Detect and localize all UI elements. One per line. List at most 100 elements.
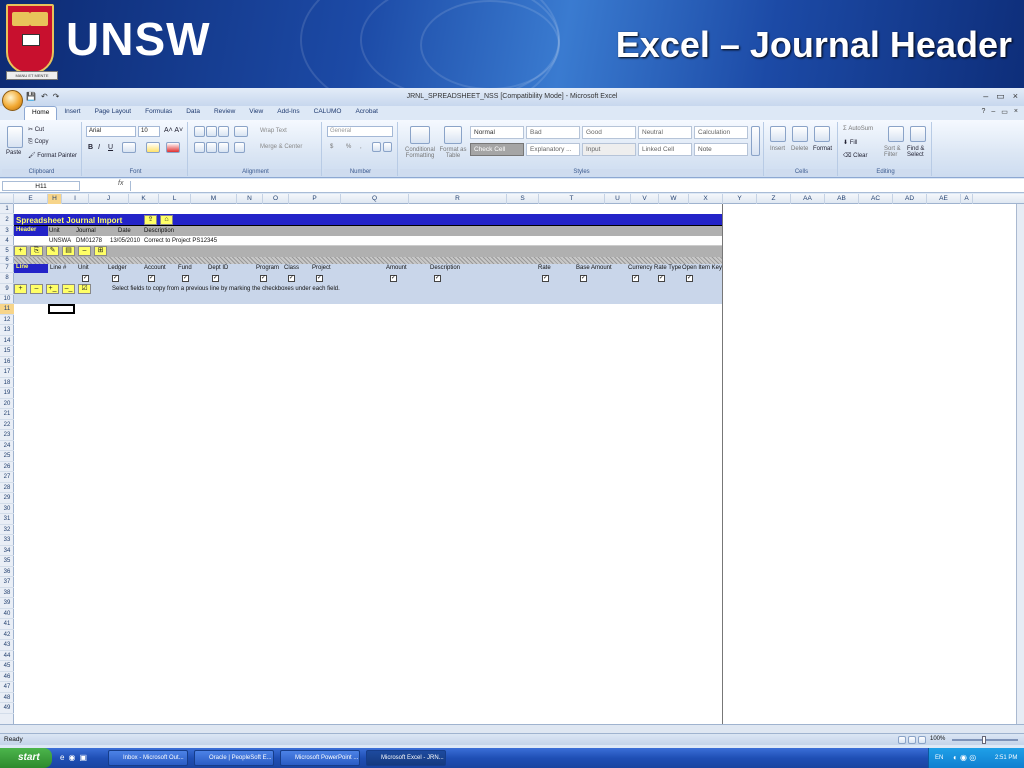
- conditional-formatting-button[interactable]: Conditional Formatting: [402, 147, 438, 159]
- grow-font-icon[interactable]: A˄ A˅: [164, 127, 183, 134]
- select-all-corner[interactable]: [0, 194, 14, 204]
- row-header-29[interactable]: 29: [0, 493, 14, 504]
- formula-input[interactable]: [130, 181, 1010, 191]
- close-button[interactable]: ×: [1013, 91, 1018, 102]
- row-header-42[interactable]: 42: [0, 630, 14, 640]
- currency-button[interactable]: $: [330, 144, 333, 150]
- sort-filter-icon[interactable]: [888, 126, 904, 142]
- row-header-35[interactable]: 35: [0, 556, 14, 567]
- page-layout-view-icon[interactable]: [908, 736, 916, 744]
- copy-button[interactable]: ⎘ Copy: [28, 139, 48, 146]
- tab-formulas[interactable]: Formulas: [138, 106, 179, 120]
- header-date-value[interactable]: 13/05/2010: [110, 238, 140, 244]
- checkbox-rate[interactable]: ✓: [542, 275, 549, 282]
- row-header-20[interactable]: 20: [0, 399, 14, 409]
- merge-center-button[interactable]: Merge & Center: [260, 144, 302, 150]
- copy-fields-button[interactable]: ☑: [78, 284, 91, 294]
- row-header-1[interactable]: 1: [0, 204, 14, 214]
- font-size-select[interactable]: 10: [138, 126, 160, 137]
- minimize-button[interactable]: –: [983, 91, 988, 102]
- row-header-48[interactable]: 48: [0, 693, 14, 703]
- row-header-3[interactable]: 3: [0, 226, 14, 236]
- delete-cells-icon[interactable]: [792, 126, 808, 142]
- checkbox-amount[interactable]: ✓: [390, 275, 397, 282]
- tab-add-ins[interactable]: Add-Ins: [270, 106, 306, 120]
- workbook-close-button[interactable]: ×: [1014, 108, 1018, 116]
- row-header-24[interactable]: 24: [0, 441, 14, 451]
- row-header-30[interactable]: 30: [0, 504, 14, 514]
- column-header-q[interactable]: Q: [341, 194, 409, 204]
- tray-icons[interactable]: ◐ ◉ ◎: [953, 748, 976, 768]
- column-header-e[interactable]: E: [14, 194, 48, 204]
- row-header-4[interactable]: 4: [0, 236, 14, 246]
- decrease-decimal-icon[interactable]: [383, 142, 392, 152]
- column-header-x[interactable]: X: [689, 194, 723, 204]
- underline-button[interactable]: U: [108, 144, 113, 151]
- name-box[interactable]: H11: [2, 181, 80, 191]
- row-header-22[interactable]: 22: [0, 420, 14, 430]
- row-header-23[interactable]: 23: [0, 430, 14, 441]
- font-color-icon[interactable]: [166, 142, 180, 153]
- row-header-8[interactable]: 8: [0, 273, 14, 284]
- row-header-49[interactable]: 49: [0, 703, 14, 714]
- comma-button[interactable]: ,: [360, 144, 362, 150]
- grid-header-button[interactable]: ⊞: [94, 246, 107, 256]
- bold-button[interactable]: B: [88, 144, 93, 151]
- borders-icon[interactable]: [122, 142, 136, 153]
- increase-decimal-icon[interactable]: [372, 142, 381, 152]
- tab-review[interactable]: Review: [207, 106, 242, 120]
- vertical-scrollbar[interactable]: [1016, 204, 1024, 724]
- row-header-12[interactable]: 12: [0, 315, 14, 325]
- checkbox-ledger[interactable]: ✓: [112, 275, 119, 282]
- style-neutral[interactable]: Neutral: [638, 126, 692, 139]
- header-journal-value[interactable]: DM01278: [76, 238, 102, 244]
- home-button[interactable]: ⌂: [160, 215, 173, 225]
- align-top-icon[interactable]: [194, 126, 205, 137]
- checkbox-dept-id[interactable]: ✓: [212, 275, 219, 282]
- align-bottom-icon[interactable]: [218, 126, 229, 137]
- row-header-5[interactable]: 5: [0, 246, 14, 257]
- task-excel[interactable]: Microsoft Excel - JRN...: [366, 750, 446, 766]
- format-as-table-icon[interactable]: [444, 126, 462, 144]
- checkbox-program[interactable]: ✓: [260, 275, 267, 282]
- style-good[interactable]: Good: [582, 126, 636, 139]
- styles-scroll-icon[interactable]: [751, 126, 760, 156]
- paste-button[interactable]: Paste: [6, 150, 21, 156]
- fill-button[interactable]: ⬇ Fill: [843, 139, 857, 146]
- checkbox-unit[interactable]: ✓: [82, 275, 89, 282]
- format-button[interactable]: Format: [813, 146, 832, 152]
- row-header-33[interactable]: 33: [0, 535, 14, 546]
- style-linked-cell[interactable]: Linked Cell: [638, 143, 692, 156]
- upload-button[interactable]: ⇪: [144, 215, 157, 225]
- row-header-36[interactable]: 36: [0, 567, 14, 577]
- remove-header-button[interactable]: –: [78, 246, 91, 256]
- row-header-6[interactable]: 6: [0, 257, 14, 264]
- column-header-aa[interactable]: AA: [791, 194, 825, 204]
- row-header-39[interactable]: 39: [0, 598, 14, 609]
- row-header-34[interactable]: 34: [0, 546, 14, 556]
- row-header-45[interactable]: 45: [0, 661, 14, 672]
- outlook-icon[interactable]: ◉: [68, 753, 75, 762]
- delete-button[interactable]: Delete: [791, 146, 808, 152]
- align-left-icon[interactable]: [194, 142, 205, 153]
- paste-icon[interactable]: [7, 126, 23, 148]
- normal-view-icon[interactable]: [898, 736, 906, 744]
- row-header-26[interactable]: 26: [0, 462, 14, 472]
- row-header-28[interactable]: 28: [0, 483, 14, 493]
- add-line-button[interactable]: +: [14, 284, 27, 294]
- column-header-r[interactable]: R: [409, 194, 507, 204]
- horizontal-scrollbar[interactable]: [0, 724, 1024, 733]
- checkbox-rate-type[interactable]: ✓: [658, 275, 665, 282]
- zoom-level[interactable]: 100%: [930, 736, 945, 742]
- format-painter-button[interactable]: 🖌 Format Painter: [28, 152, 77, 159]
- remove-lines-button[interactable]: –_: [62, 284, 75, 294]
- column-header-ae[interactable]: AE: [927, 194, 961, 204]
- row-header-11[interactable]: 11: [0, 304, 14, 315]
- row-header-16[interactable]: 16: [0, 357, 14, 367]
- row-header-7[interactable]: 7: [0, 264, 14, 273]
- column-header-y[interactable]: Y: [723, 194, 757, 204]
- selected-cell[interactable]: [48, 304, 75, 314]
- format-as-table-button[interactable]: Format as Table: [438, 147, 468, 159]
- header-description-value[interactable]: Correct to Project PS12345: [144, 238, 217, 244]
- column-header-k[interactable]: K: [129, 194, 159, 204]
